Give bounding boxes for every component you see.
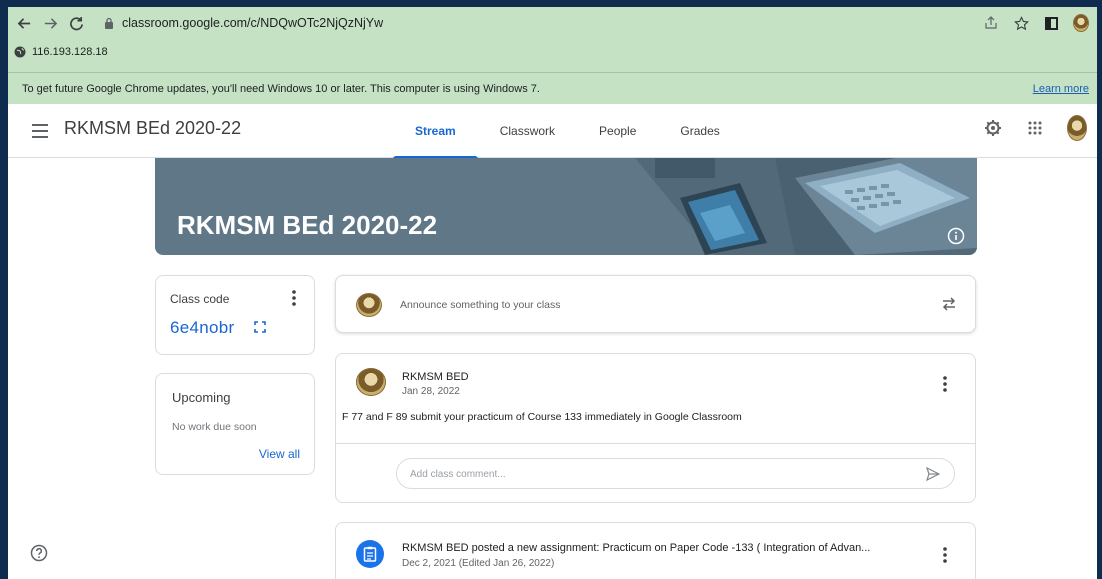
assignment-date: Dec 2, 2021 (Edited Jan 26, 2022) xyxy=(402,558,555,569)
class-tabs: Stream Classwork People Grades xyxy=(393,104,742,159)
back-icon[interactable] xyxy=(14,13,34,33)
classroom-header: RKMSM BEd 2020-22 Stream Classwork Peopl… xyxy=(8,104,1097,159)
help-icon[interactable] xyxy=(30,544,48,562)
comment-input[interactable]: Add class comment... xyxy=(396,458,955,489)
tab-people[interactable]: People xyxy=(577,104,658,158)
more-vert-icon[interactable] xyxy=(292,290,296,306)
globe-icon xyxy=(14,46,26,58)
update-info-bar: To get future Google Chrome updates, you… xyxy=(8,72,1097,104)
tab-search-icon[interactable] xyxy=(1043,15,1059,31)
assignment-icon xyxy=(356,540,384,568)
fullscreen-icon[interactable] xyxy=(254,321,266,333)
stream-post: RKMSM BED Jan 28, 2022 F 77 and F 89 sub… xyxy=(335,353,976,503)
send-icon[interactable] xyxy=(926,467,940,481)
reload-icon[interactable] xyxy=(66,13,86,33)
address-bar[interactable]: classroom.google.com/c/NDQwOTc2NjQzNjYw xyxy=(94,10,971,36)
info-message: To get future Google Chrome updates, you… xyxy=(22,82,540,95)
forward-icon[interactable] xyxy=(40,13,60,33)
tab-stream[interactable]: Stream xyxy=(393,104,478,159)
repost-icon[interactable] xyxy=(941,295,957,313)
learn-more-link[interactable]: Learn more xyxy=(1033,83,1089,95)
more-vert-icon[interactable] xyxy=(943,376,947,392)
bookmark-star-icon[interactable] xyxy=(1013,15,1029,31)
ip-row: 116.193.128.18 xyxy=(14,41,108,63)
lock-icon xyxy=(105,17,113,29)
class-banner: RKMSM BEd 2020-22 xyxy=(155,158,977,255)
class-code-card: Class code 6e4nobr xyxy=(155,275,315,355)
header-class-title[interactable]: RKMSM BEd 2020-22 xyxy=(64,118,241,139)
header-actions xyxy=(983,115,1087,141)
upcoming-title: Upcoming xyxy=(172,390,231,405)
class-code-value: 6e4nobr xyxy=(170,318,235,337)
info-icon[interactable] xyxy=(947,227,965,245)
post-body: F 77 and F 89 submit your practicum of C… xyxy=(342,411,742,423)
address-row: classroom.google.com/c/NDQwOTc2NjQzNjYw xyxy=(8,7,1097,39)
divider xyxy=(336,443,975,444)
announce-placeholder[interactable]: Announce something to your class xyxy=(400,299,561,311)
user-avatar xyxy=(356,293,382,317)
browser-actions xyxy=(983,14,1097,32)
apps-grid-icon[interactable] xyxy=(1025,118,1045,138)
tab-grades[interactable]: Grades xyxy=(658,104,741,158)
ip-address: 116.193.128.18 xyxy=(32,46,108,58)
view-all-link[interactable]: View all xyxy=(259,447,300,461)
post-date: Jan 28, 2022 xyxy=(402,386,460,397)
more-vert-icon[interactable] xyxy=(943,547,947,563)
main-menu-icon[interactable] xyxy=(32,124,48,138)
browser-chrome: classroom.google.com/c/NDQwOTc2NjQzNjYw … xyxy=(0,0,1102,104)
share-icon[interactable] xyxy=(983,15,999,31)
settings-gear-icon[interactable] xyxy=(983,118,1003,138)
assignment-title[interactable]: RKMSM BED posted a new assignment: Pract… xyxy=(402,542,870,554)
upcoming-card: Upcoming No work due soon View all xyxy=(155,373,315,475)
announce-box[interactable]: Announce something to your class xyxy=(335,275,976,333)
comment-avatar xyxy=(356,368,386,396)
tab-classwork[interactable]: Classwork xyxy=(478,104,577,158)
class-code-label: Class code xyxy=(170,292,230,306)
banner-title: RKMSM BEd 2020-22 xyxy=(177,210,438,240)
account-avatar[interactable] xyxy=(1067,115,1087,141)
comment-placeholder: Add class comment... xyxy=(410,469,506,480)
post-author: RKMSM BED xyxy=(402,371,469,383)
url-text: classroom.google.com/c/NDQwOTc2NjQzNjYw xyxy=(122,16,384,30)
upcoming-status: No work due soon xyxy=(172,421,257,433)
assignment-post[interactable]: RKMSM BED posted a new assignment: Pract… xyxy=(335,522,976,579)
profile-avatar[interactable] xyxy=(1073,14,1089,32)
